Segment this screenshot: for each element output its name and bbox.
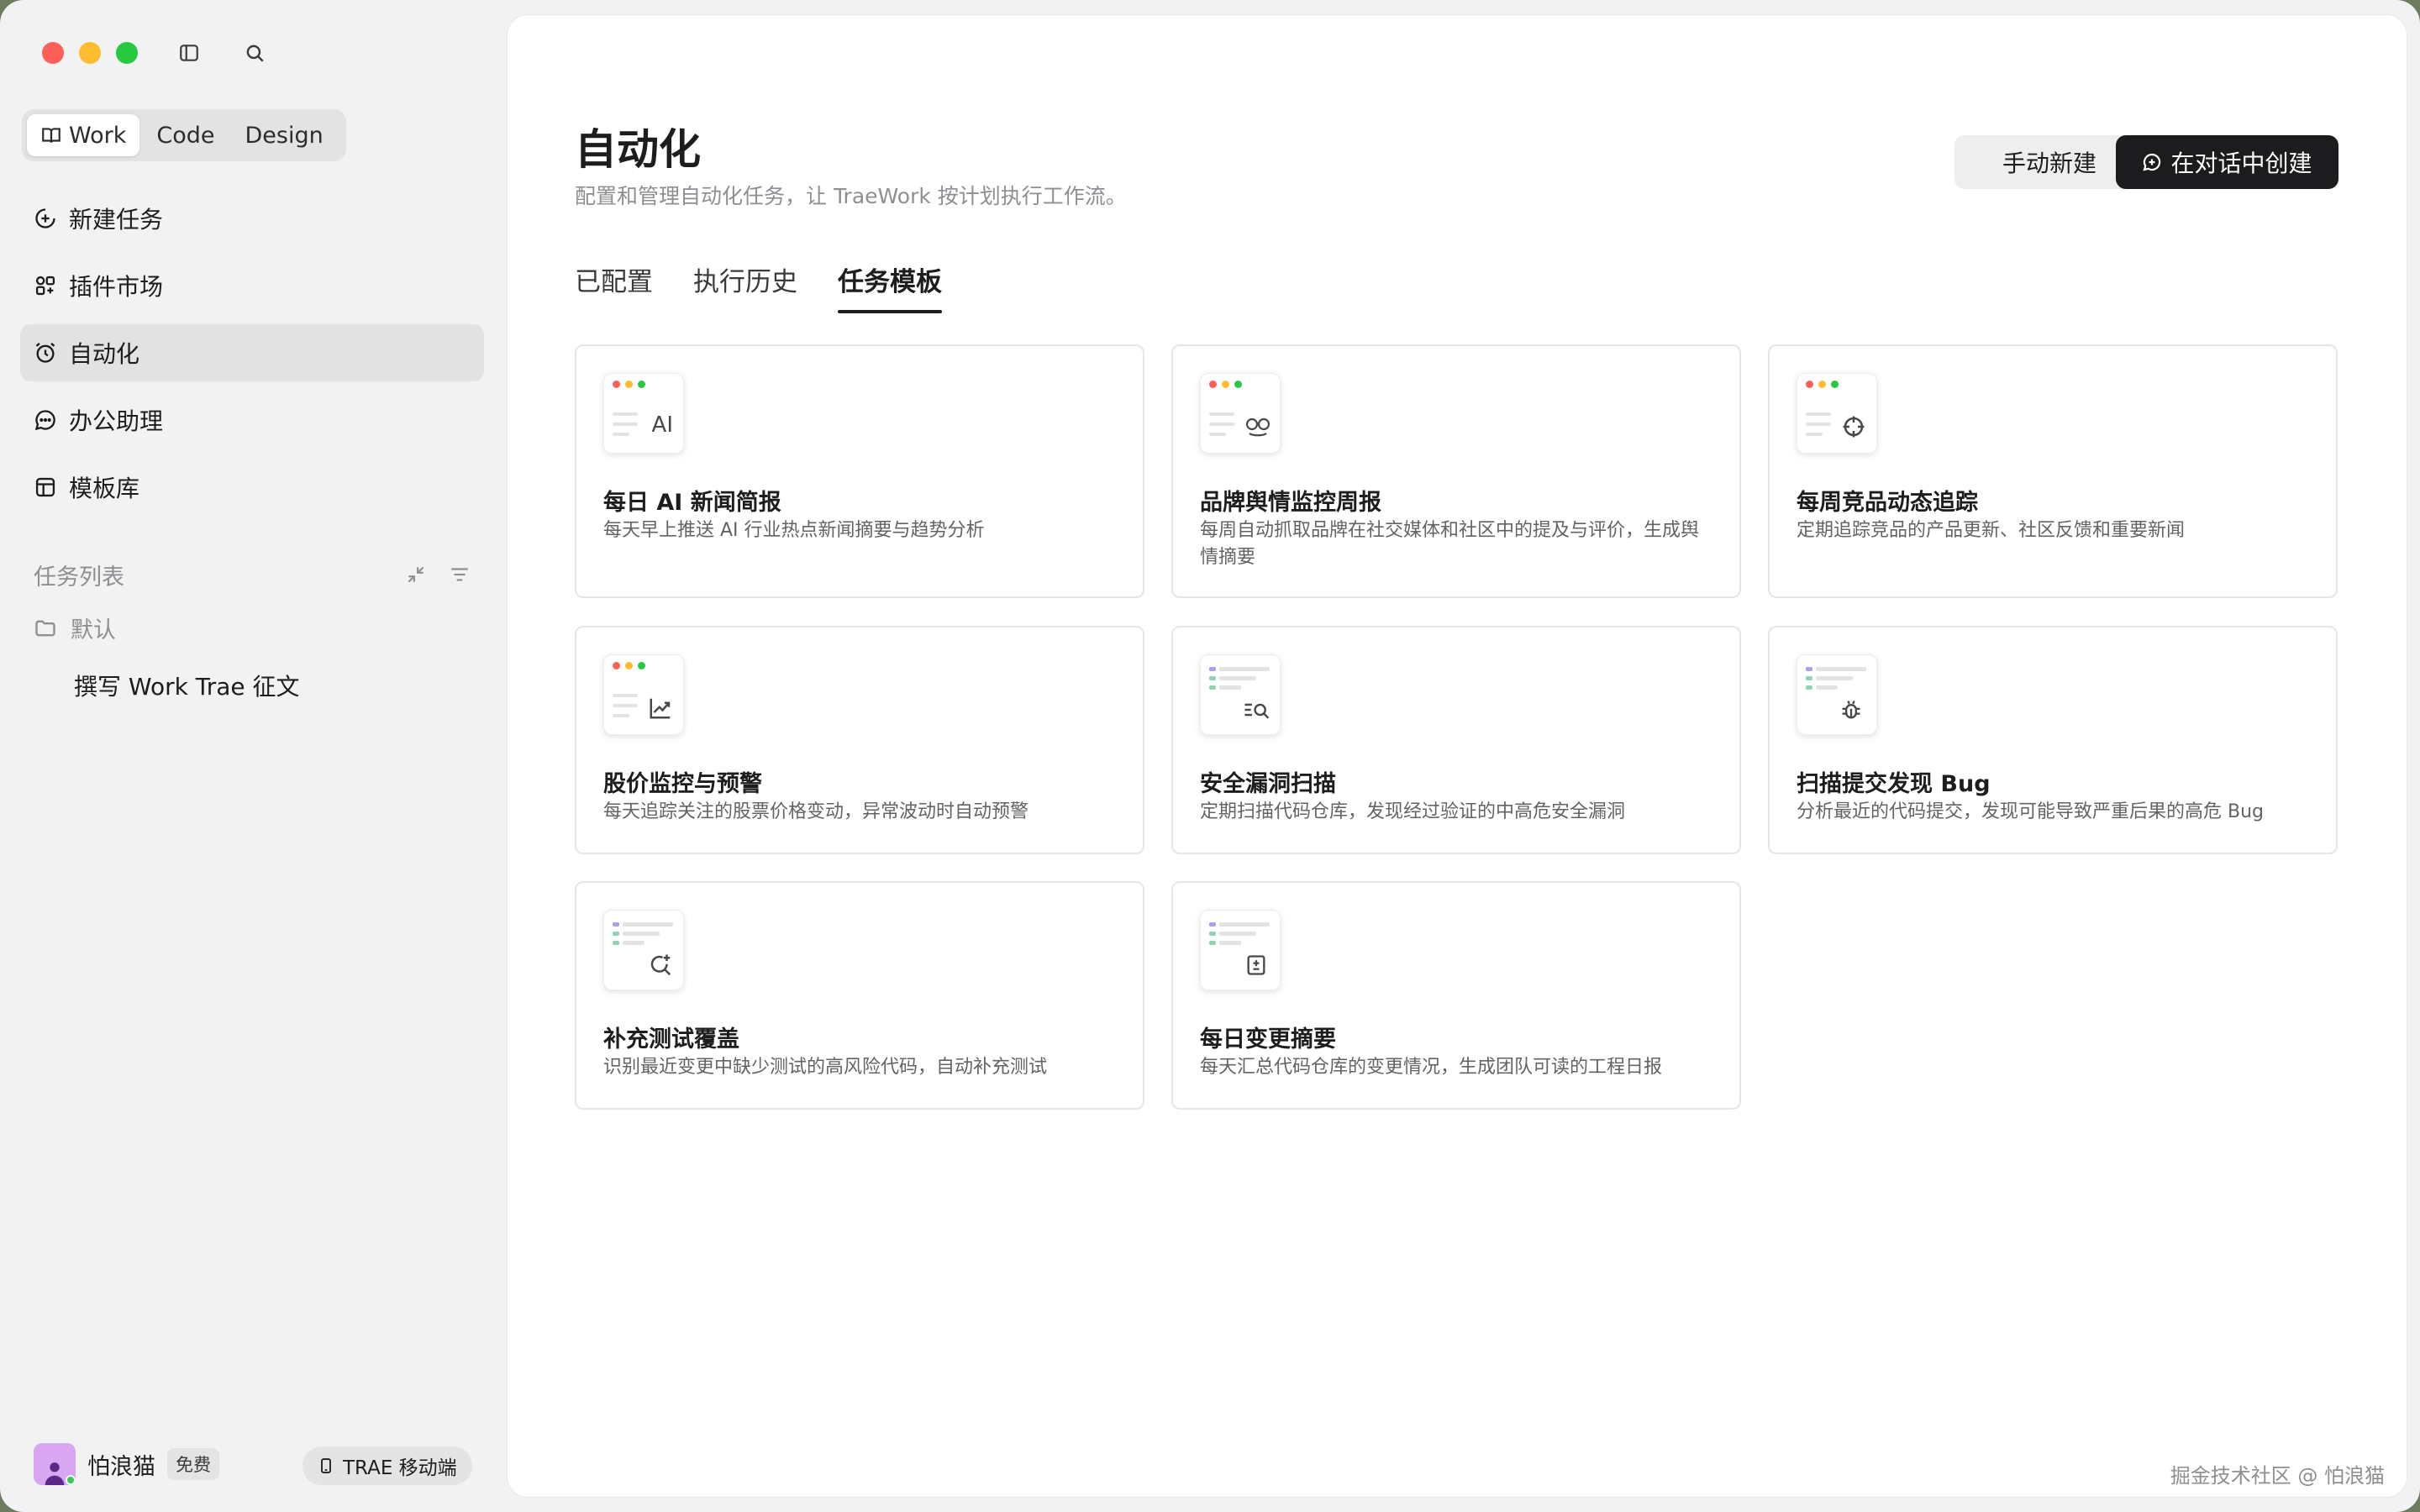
target-icon [1843,416,1865,438]
trend-chart-icon [650,698,671,719]
task-list-title: 任务列表 [34,564,124,591]
card-description: 定期追踪竞品的产品更新、社区反馈和重要新闻 [1797,520,2186,541]
code-thumbnail [1797,654,1877,735]
template-card[interactable]: 安全漏洞扫描 定期扫描代码仓库，发现经过验证的中高危安全漏洞 [1171,626,1741,854]
tab-history[interactable]: 执行历史 [693,260,797,313]
card-title: 补充测试覆盖 [603,1026,739,1053]
template-card[interactable]: 每日变更摘要 每天汇总代码仓库的变更情况，生成团队可读的工程日报 [1171,881,1741,1110]
window-thumbnail [1200,373,1281,454]
book-icon [42,128,60,143]
tab-templates[interactable]: 任务模板 [838,260,942,313]
plus-circle-icon [35,208,55,228]
sidebar-item-new-task[interactable]: 新建任务 [20,190,484,247]
tab-configured[interactable]: 已配置 [575,260,653,313]
minimize-window-button[interactable] [79,42,101,64]
diff-file-icon [1247,955,1265,975]
card-description: 识别最近变更中缺少测试的高风险代码，自动补充测试 [603,1057,1048,1078]
template-card[interactable]: 补充测试覆盖 识别最近变更中缺少测试的高风险代码，自动补充测试 [575,881,1144,1110]
template-card[interactable]: 品牌舆情监控周报 每周自动抓取品牌在社交媒体和社区中的提及与评价，生成舆情摘要 [1171,344,1741,598]
window-controls [42,42,138,64]
sidebar-item-label: 新建任务 [69,206,164,234]
mode-switcher: Work Code Design [22,109,346,161]
bug-icon [1842,701,1860,719]
template-card[interactable]: 每周竞品动态追踪 定期追踪竞品的产品更新、社区反馈和重要新闻 [1768,344,2338,598]
mobile-app-label: TRAE 移动端 [343,1457,457,1479]
card-title: 每日 AI 新闻简报 [603,490,781,516]
search-plus-icon [650,954,671,976]
mobile-app-button[interactable]: TRAE 移动端 [302,1446,472,1485]
search-icon[interactable] [240,39,269,67]
plugins-icon [35,276,55,296]
mode-tab-work[interactable]: Work [27,114,140,156]
search-list-icon [1244,703,1270,719]
sidebar-toggle-icon[interactable] [175,39,203,67]
page-subtitle: 配置和管理自动化任务，让 TraeWork 按计划执行工作流。 [575,184,1127,208]
main-panel: 自动化 配置和管理自动化任务，让 TraeWork 按计划执行工作流。 手动新建… [508,15,2407,1497]
sidebar-nav: 新建任务 插件市场 自动化 办公助理 模板库 [20,190,484,526]
folder-default[interactable]: 默认 [34,612,116,644]
close-window-button[interactable] [42,42,64,64]
card-title: 品牌舆情监控周报 [1200,490,1381,516]
sidebar-item-plugins[interactable]: 插件市场 [20,257,484,314]
window-thumbnail: AI [603,373,684,454]
task-entry[interactable]: 撰写 Work Trae 征文 [74,669,300,702]
sidebar-item-label: 办公助理 [69,407,164,435]
phone-icon [321,1458,331,1473]
page-title: 自动化 [575,125,701,174]
card-title: 扫描提交发现 Bug [1797,771,1991,797]
template-card[interactable]: 扫描提交发现 Bug 分析最近的代码提交，发现可能导致严重后果的高危 Bug [1768,626,2338,854]
folder-icon [35,620,55,636]
card-title: 安全漏洞扫描 [1200,771,1336,797]
alarm-clock-icon [35,343,55,363]
card-description: 分析最近的代码提交，发现可能导致严重后果的高危 Bug [1797,801,2264,822]
mode-tab-code[interactable]: Code [143,114,228,156]
card-description: 每天追踪关注的股票价格变动，异常波动时自动预警 [603,801,1029,822]
maximize-window-button[interactable] [116,42,138,64]
collapse-icon[interactable] [405,564,427,585]
watermark: 掘金技术社区 @ 怕浪猫 [2170,1464,2385,1488]
card-description: 每天汇总代码仓库的变更情况，生成团队可读的工程日报 [1200,1057,1663,1078]
card-title: 股价监控与预警 [603,771,762,797]
code-thumbnail [1200,910,1281,990]
window-thumbnail [1797,373,1877,454]
template-icon [35,477,55,497]
filter-icon[interactable] [449,564,471,585]
template-card[interactable]: 股价监控与预警 每天追踪关注的股票价格变动，异常波动时自动预警 [575,626,1144,854]
window-thumbnail [603,654,684,735]
card-title: 每周竞品动态追踪 [1797,490,1978,516]
app-window: Work Code Design 新建任务 插件市场 自动化 办公助理 模板库 … [0,0,2420,1512]
sidebar-item-label: 自动化 [69,340,140,368]
card-description: 每天早上推送 AI 行业热点新闻摘要与趋势分析 [603,520,985,541]
ai-icon: AI [651,412,673,438]
tab-bar: 已配置 执行历史 任务模板 [575,260,942,313]
task-list-header: 任务列表 [34,558,471,591]
template-card[interactable]: AI 每日 AI 新闻简报 每天早上推送 AI 行业热点新闻摘要与趋势分析 [575,344,1144,598]
mode-label: Code [156,122,215,149]
sidebar: Work Code Design 新建任务 插件市场 自动化 办公助理 模板库 … [0,0,504,1512]
sidebar-item-office-assistant[interactable]: 办公助理 [20,391,484,449]
card-title: 每日变更摘要 [1200,1026,1336,1053]
avatar [34,1443,76,1485]
card-description: 每周自动抓取品牌在社交媒体和社区中的提及与评价，生成舆情摘要 [1200,520,1700,568]
username: 怕浪猫 [87,1453,155,1480]
sidebar-item-template-library[interactable]: 模板库 [20,459,484,516]
card-description: 定期扫描代码仓库，发现经过验证的中高危安全漏洞 [1200,801,1626,822]
plan-badge: 免费 [167,1448,219,1480]
mode-label: Work [69,122,127,149]
sentiment-icon [1245,417,1270,437]
mode-tab-design[interactable]: Design [232,114,337,156]
mode-label: Design [245,122,324,149]
sidebar-item-label: 插件市场 [69,273,164,301]
chat-bubble-icon [34,410,55,431]
code-thumbnail [1200,654,1281,735]
create-in-chat-label: 在对话中创建 [2170,150,2312,177]
sidebar-item-label: 模板库 [69,475,140,502]
create-in-chat-button[interactable]: 在对话中创建 [2116,135,2338,189]
sidebar-item-automation[interactable]: 自动化 [20,324,484,381]
folder-label: 默认 [71,617,116,643]
chat-plus-icon [2143,153,2161,171]
code-thumbnail [603,910,684,990]
user-profile[interactable]: 怕浪猫 免费 [34,1443,219,1485]
